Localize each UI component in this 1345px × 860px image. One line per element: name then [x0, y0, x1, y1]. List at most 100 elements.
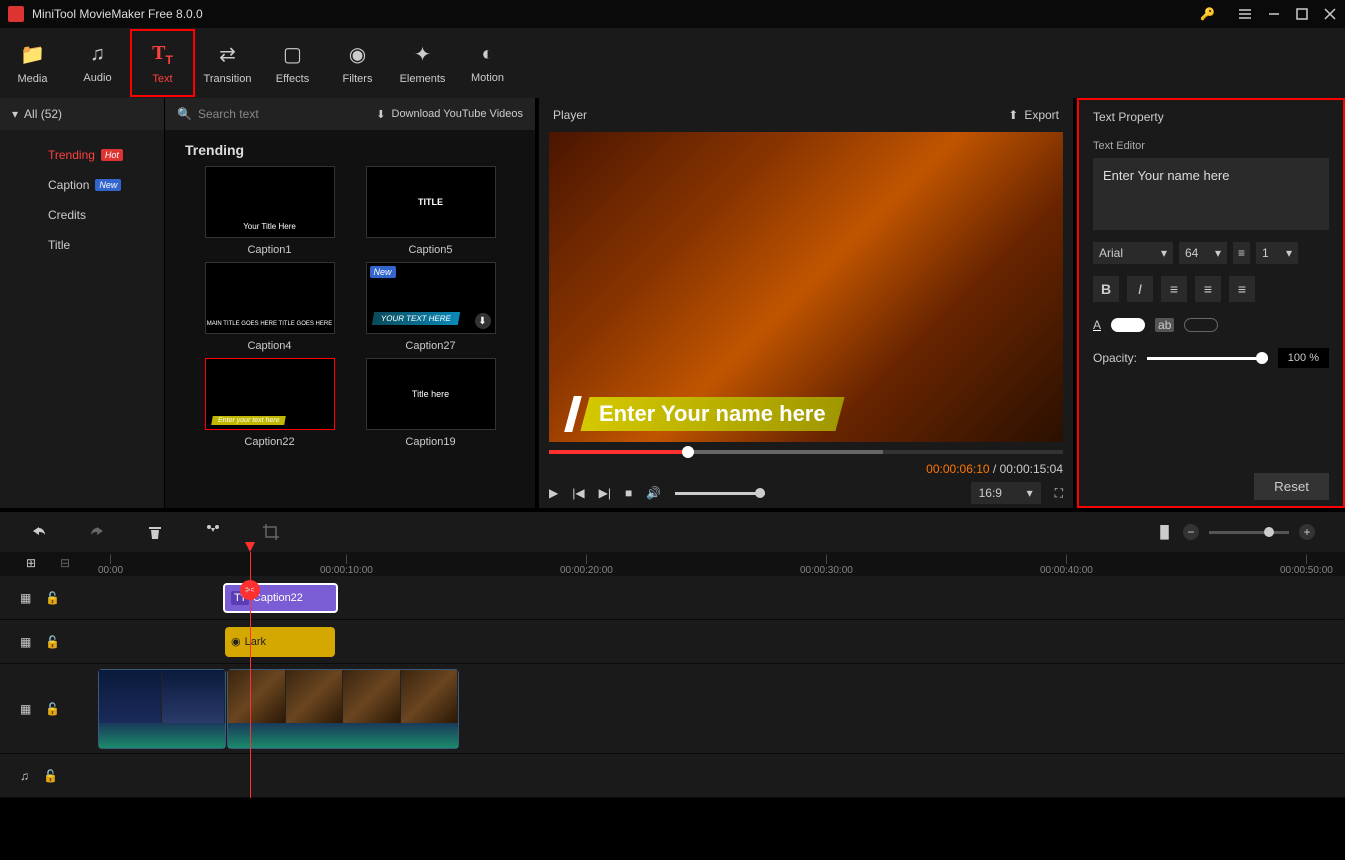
toolbar-media[interactable]: 📁Media: [0, 29, 65, 97]
timeline: ▐▌ − + ⊞ ⊟ 00:00 00:00:10:00 00:00:20:00…: [0, 508, 1345, 798]
gallery-item[interactable]: Your Title HereCaption1: [195, 166, 344, 256]
menu-icon[interactable]: [1237, 6, 1253, 22]
video-track[interactable]: ▦🔓 ▦テスト動画3 ✂ ▦テスト動画2: [0, 664, 1345, 754]
download-youtube-button[interactable]: ⬇Download YouTube Videos: [376, 108, 523, 121]
gallery-item[interactable]: Title hereCaption19: [356, 358, 505, 448]
video-preview[interactable]: Enter Your name here: [549, 132, 1063, 442]
align-right-button[interactable]: ≡: [1229, 276, 1255, 302]
zoom-slider[interactable]: [1209, 531, 1289, 534]
bg-color-label: ab: [1155, 318, 1174, 332]
volume-icon[interactable]: 🔊: [646, 486, 661, 500]
opacity-value: 100 %: [1278, 348, 1329, 368]
sidebar-caption[interactable]: CaptionNew: [0, 170, 164, 200]
film-icon: ▦: [20, 702, 31, 716]
progress-bar[interactable]: [549, 450, 1063, 454]
stop-button[interactable]: ■: [625, 486, 632, 500]
toolbar-motion[interactable]: ◐Motion: [455, 29, 520, 97]
zoom-fit-icon[interactable]: ▐▌: [1156, 525, 1173, 539]
gallery-item[interactable]: NewYOUR TEXT HERE⬇Caption27: [356, 262, 505, 352]
playhead[interactable]: [250, 552, 251, 798]
sidebar-credits[interactable]: Credits: [0, 200, 164, 230]
fullscreen-button[interactable]: ⛶: [1055, 486, 1063, 501]
app-logo: [8, 6, 24, 22]
font-family-select[interactable]: Arial▾: [1093, 242, 1173, 264]
redo-button[interactable]: [88, 523, 106, 541]
delete-button[interactable]: [146, 523, 164, 541]
lock-icon[interactable]: 🔓: [45, 635, 60, 649]
search-icon: 🔍: [177, 107, 192, 121]
crop-button[interactable]: [262, 523, 280, 541]
chevron-down-icon: ▾: [12, 107, 18, 121]
next-frame-button[interactable]: ▶|: [599, 486, 611, 500]
effect-track[interactable]: ▦ 🔓 ◉Lark: [0, 620, 1345, 664]
prev-frame-button[interactable]: |◀: [572, 486, 584, 500]
reset-button[interactable]: Reset: [1254, 473, 1329, 500]
music-icon: ♫: [20, 769, 29, 783]
toolbar-elements[interactable]: ✦Elements: [390, 29, 455, 97]
hot-badge: Hot: [101, 149, 123, 161]
panel-title: Text Property: [1079, 100, 1343, 134]
add-track-button[interactable]: ⊞: [26, 556, 36, 570]
search-input[interactable]: 🔍Search text: [177, 107, 368, 121]
sidebar-title[interactable]: Title: [0, 230, 164, 260]
play-button[interactable]: ▶: [549, 486, 558, 500]
titlebar: MiniTool MovieMaker Free 8.0.0 🔑: [0, 0, 1345, 28]
toolbar-transition[interactable]: ⇄Transition: [195, 29, 260, 97]
key-icon[interactable]: 🔑: [1200, 7, 1215, 21]
chevron-down-icon: ▾: [1286, 246, 1292, 260]
caption-overlay: Enter Your name here: [569, 396, 840, 432]
toolbar-audio[interactable]: ♫Audio: [65, 29, 130, 97]
export-icon: ⬆: [1008, 108, 1018, 122]
opacity-slider[interactable]: [1147, 357, 1268, 360]
video-clip[interactable]: ▦テスト動画3: [98, 669, 226, 749]
toolbar-filters[interactable]: ◉Filters: [325, 29, 390, 97]
bg-color-swatch[interactable]: [1184, 318, 1218, 332]
lock-icon[interactable]: 🔓: [45, 591, 60, 605]
new-badge: New: [95, 179, 121, 191]
main-toolbar: 📁Media ♫Audio TTText ⇄Transition ▢Effect…: [0, 28, 1345, 98]
text-track[interactable]: ▦🔓 TᴛCaption22: [0, 576, 1345, 620]
line-height-icon: ≡: [1233, 242, 1250, 264]
minimize-icon[interactable]: [1267, 7, 1281, 21]
chevron-down-icon: ▾: [1161, 246, 1167, 260]
toolbar-text[interactable]: TTText: [130, 29, 195, 97]
film-icon: ▦: [20, 591, 31, 605]
sidebar-all[interactable]: ▾All (52): [0, 98, 164, 130]
aspect-ratio-select[interactable]: 16:9▾: [971, 482, 1041, 504]
download-icon[interactable]: ⬇: [475, 313, 491, 329]
align-center-button[interactable]: ≡: [1195, 276, 1221, 302]
effect-icon: ◉: [231, 635, 241, 648]
chevron-down-icon: ▾: [1215, 246, 1221, 260]
italic-button[interactable]: I: [1127, 276, 1153, 302]
gallery-item[interactable]: Enter your text hereCaption22: [195, 358, 344, 448]
category-sidebar: ▾All (52) TrendingHot CaptionNew Credits…: [0, 98, 165, 508]
zoom-out-button[interactable]: −: [1183, 524, 1199, 540]
zoom-in-button[interactable]: +: [1299, 524, 1315, 540]
toolbar-effects[interactable]: ▢Effects: [260, 29, 325, 97]
font-size-select[interactable]: 64▾: [1179, 242, 1227, 264]
remove-track-button[interactable]: ⊟: [60, 556, 70, 570]
text-property-panel: Text Property Text Editor Arial▾ 64▾ ≡ 1…: [1077, 98, 1345, 508]
volume-slider[interactable]: [675, 492, 765, 495]
close-icon[interactable]: [1323, 7, 1337, 21]
video-clip[interactable]: ▦テスト動画2: [227, 669, 459, 749]
split-button[interactable]: [204, 523, 222, 541]
effect-clip[interactable]: ◉Lark: [225, 627, 335, 657]
bold-button[interactable]: B: [1093, 276, 1119, 302]
undo-button[interactable]: [30, 523, 48, 541]
maximize-icon[interactable]: [1295, 7, 1309, 21]
lock-icon[interactable]: 🔓: [43, 769, 58, 783]
text-editor-input[interactable]: [1093, 158, 1329, 230]
align-left-button[interactable]: ≡: [1161, 276, 1187, 302]
gallery-item[interactable]: MAIN TITLE GOES HERE TITLE GOES HERECapt…: [195, 262, 344, 352]
timeline-ruler[interactable]: ⊞ ⊟ 00:00 00:00:10:00 00:00:20:00 00:00:…: [0, 552, 1345, 576]
line-height-select[interactable]: 1▾: [1256, 242, 1298, 264]
audio-track[interactable]: ♫🔓: [0, 754, 1345, 798]
lock-icon[interactable]: 🔓: [45, 702, 60, 716]
download-icon: ⬇: [376, 108, 385, 121]
export-button[interactable]: ⬆Export: [1008, 108, 1059, 122]
text-color-swatch[interactable]: [1111, 318, 1145, 332]
film-icon: ▦: [20, 635, 31, 649]
sidebar-trending[interactable]: TrendingHot: [0, 140, 164, 170]
gallery-item[interactable]: TITLECaption5: [356, 166, 505, 256]
